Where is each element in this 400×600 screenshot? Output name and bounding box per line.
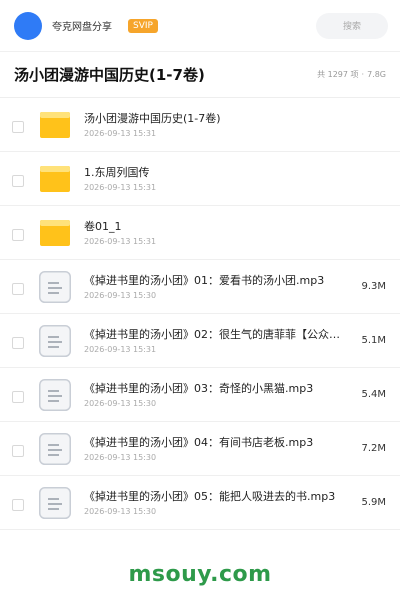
- file-name: 卷01_1: [84, 219, 122, 233]
- search-placeholder: 搜索: [342, 22, 361, 32]
- file-name: 汤小团漫游中国历史(1-7卷): [84, 111, 221, 125]
- file-size: 5.1M: [361, 335, 386, 346]
- file-date: 2026-09-13 15:30: [84, 506, 157, 516]
- list-item[interactable]: 《掉进书里的汤小团》05：能把人吸进去的书.mp3 2026-09-13 15:…: [0, 476, 400, 530]
- list-item[interactable]: 1.东周列国传 2026-09-13 15:31: [0, 152, 400, 206]
- folder-summary: 共 1297 项 · 7.8G: [317, 70, 386, 79]
- file-name: 《掉进书里的汤小团》02：很生气的唐菲菲【公众号：…: [84, 327, 346, 341]
- file-size: 7.2M: [361, 443, 386, 454]
- file-size: 9.3M: [361, 281, 386, 292]
- file-name: 《掉进书里的汤小团》03：奇怪的小黑猫.mp3: [84, 381, 314, 395]
- file-date: 2026-09-13 15:31: [84, 236, 157, 246]
- file-name: 《掉进书里的汤小团》05：能把人吸进去的书.mp3: [84, 489, 336, 503]
- site-watermark: msouy.com: [128, 562, 272, 587]
- folder-icon: [38, 216, 72, 250]
- search-input[interactable]: 搜索: [316, 12, 388, 39]
- svip-badge: SVIP: [128, 18, 158, 33]
- file-name: 《掉进书里的汤小团》04：有间书店老板.mp3: [84, 435, 314, 449]
- file-date: 2026-09-13 15:30: [84, 452, 157, 462]
- file-date: 2026-09-13 15:31: [84, 128, 157, 138]
- select-checkbox[interactable]: [12, 444, 24, 457]
- file-list: 汤小团漫游中国历史(1-7卷) 2026-09-13 15:31 1.东周列国传…: [0, 98, 400, 530]
- file-name: 《掉进书里的汤小团》01：爱看书的汤小团.mp3: [84, 273, 325, 287]
- select-checkbox[interactable]: [12, 174, 24, 187]
- folder-title-bar: 汤小团漫游中国历史(1-7卷) 共 1297 项 · 7.8G: [0, 52, 400, 98]
- list-item[interactable]: 《掉进书里的汤小团》04：有间书店老板.mp3 2026-09-13 15:30…: [0, 422, 400, 476]
- audio-file-icon: [38, 270, 72, 304]
- list-item[interactable]: 卷01_1 2026-09-13 15:31: [0, 206, 400, 260]
- list-item[interactable]: 《掉进书里的汤小团》01：爱看书的汤小团.mp3 2026-09-13 15:3…: [0, 260, 400, 314]
- file-size: 5.9M: [361, 497, 386, 508]
- audio-file-icon: [38, 486, 72, 520]
- file-date: 2026-09-13 15:31: [84, 344, 157, 354]
- file-name: 1.东周列国传: [84, 165, 150, 179]
- app-header: 夸克网盘分享 SVIP 搜索: [0, 0, 400, 52]
- brand-label: 夸克网盘分享: [52, 22, 112, 33]
- total-size: 7.8G: [367, 70, 386, 79]
- file-date: 2026-09-13 15:31: [84, 182, 157, 192]
- select-checkbox[interactable]: [12, 282, 24, 295]
- folder-icon: [38, 108, 72, 142]
- audio-file-icon: [38, 324, 72, 358]
- item-count: 共 1297 项: [317, 70, 359, 79]
- select-checkbox[interactable]: [12, 120, 24, 133]
- select-checkbox[interactable]: [12, 390, 24, 403]
- select-checkbox[interactable]: [12, 228, 24, 241]
- page-title: 汤小团漫游中国历史(1-7卷): [14, 66, 205, 84]
- audio-file-icon: [38, 378, 72, 412]
- folder-icon: [38, 162, 72, 196]
- audio-file-icon: [38, 432, 72, 466]
- select-checkbox[interactable]: [12, 498, 24, 511]
- select-checkbox[interactable]: [12, 336, 24, 349]
- file-date: 2026-09-13 15:30: [84, 398, 157, 408]
- list-item[interactable]: 《掉进书里的汤小团》02：很生气的唐菲菲【公众号：… 2026-09-13 15…: [0, 314, 400, 368]
- file-date: 2026-09-13 15:30: [84, 290, 157, 300]
- list-item[interactable]: 《掉进书里的汤小团》03：奇怪的小黑猫.mp3 2026-09-13 15:30…: [0, 368, 400, 422]
- list-item[interactable]: 汤小团漫游中国历史(1-7卷) 2026-09-13 15:31: [0, 98, 400, 152]
- avatar[interactable]: [14, 11, 42, 40]
- file-size: 5.4M: [361, 389, 386, 400]
